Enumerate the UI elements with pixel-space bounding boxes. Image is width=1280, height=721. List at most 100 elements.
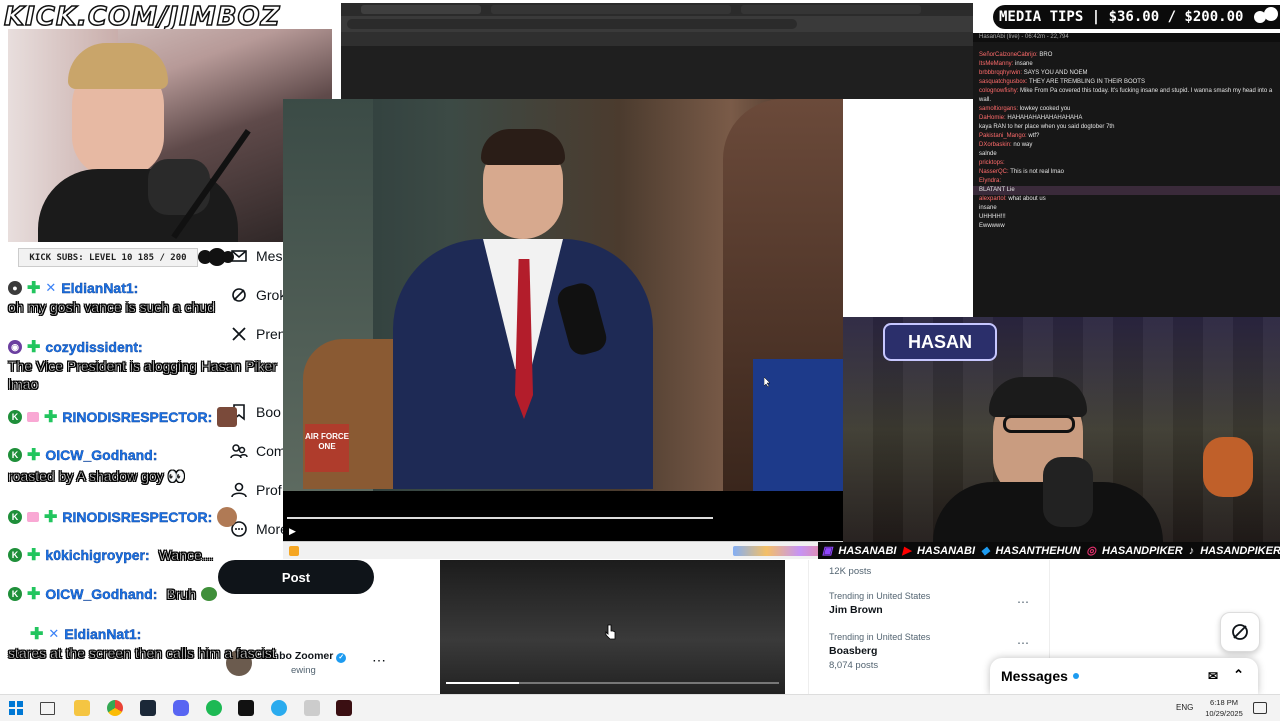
trend-item[interactable]: Trending in United States Jim Brown ⋯ — [829, 591, 1039, 616]
air-force-one-logo: AIR FORCE ONE — [305, 424, 349, 472]
hc-text: insane — [1015, 61, 1033, 67]
instagram-icon: ◎ — [1086, 545, 1097, 557]
reaction-video[interactable]: AIR FORCE ONE ▶ — [283, 99, 843, 559]
grok-button[interactable] — [1220, 612, 1260, 652]
play-icon[interactable]: ▶ — [289, 527, 296, 537]
spotify-icon[interactable] — [206, 700, 222, 716]
chat-username: EldianNat1: — [64, 626, 142, 642]
twitter-icon: ◆ — [981, 545, 990, 557]
plus-badge-icon: ✚ — [44, 509, 58, 526]
bookmarks-bar[interactable] — [341, 32, 973, 46]
chat-text: stares at the screen then calls him a fa… — [8, 645, 276, 662]
hasan-neon-logo: HASAN — [883, 323, 997, 361]
hc-text: UHHHH!!! — [979, 214, 1006, 220]
expand-chevron-icon[interactable]: ⌃ — [1233, 667, 1244, 683]
hc-user: DXorbaskin: — [979, 142, 1012, 148]
more-dots-icon[interactable]: ⋯ — [372, 652, 386, 669]
chat-message: K ✚ k0kichigroyper: Wance... — [8, 545, 298, 584]
twitch-icon: ▣ — [822, 545, 833, 557]
more-dots-icon[interactable]: ⋯ — [1017, 595, 1029, 609]
youtube-icon: ▶ — [902, 545, 911, 557]
trend-context: Trending in United States — [829, 632, 931, 642]
hasan-microphone — [1043, 457, 1093, 527]
notification-icon[interactable] — [1253, 702, 1267, 714]
hasan-chat-line: insane — [973, 204, 1280, 213]
chat-username: RINODISRESPECTOR: — [62, 509, 213, 525]
social-handle: HASANABI — [838, 544, 897, 557]
kick-badge-icon: K — [8, 510, 22, 524]
hasan-chat-line: Pakistani_Mango: wtf? — [973, 132, 1280, 141]
hc-text: Mike From Pa covered this today. It's fu… — [979, 88, 1273, 103]
chat-username: EldianNat1: — [61, 280, 139, 296]
hasan-chat-line: SeñorCalzoneCabrijo: BRO — [973, 51, 1280, 60]
hasan-chat-line: kaya RAN to her place when you said dogt… — [973, 123, 1280, 132]
hasan-chat-line: BLATANT Lie — [973, 186, 1280, 195]
social-links-bar: ▣ HASANABI ▶ HASANABI ◆ HASANTHEHUN ◎ HASAND… — [818, 542, 1280, 559]
file-explorer-icon[interactable] — [74, 700, 90, 716]
trend-posts: 12K posts — [829, 566, 872, 577]
plus-badge-icon: ✚ — [27, 547, 41, 564]
profile-handle: ewing — [291, 665, 316, 676]
nav-messages[interactable]: Mes — [230, 247, 282, 265]
hasan-chat-line: colognowfishy: Mike From Pa covered this… — [973, 87, 1280, 105]
new-message-icon[interactable]: ✉ — [1208, 669, 1218, 683]
hc-text: SAYS YOU AND NOEM — [1023, 70, 1088, 76]
hasan-chat-line: brbbbrqqhyrwin: SAYS YOU AND NOEM — [973, 69, 1280, 78]
subs-goal-bar: KICK SUBS: LEVEL 10 185 / 200 — [18, 248, 198, 267]
browser-tab[interactable] — [741, 5, 921, 14]
messages-drawer[interactable]: Messages ✉ ⌃ — [990, 658, 1258, 694]
clock[interactable]: 6:18 PM 10/29/2025 — [1204, 697, 1244, 719]
chat-message: ● ✚ ✕ EldianNat1: oh my gosh vance is such … — [8, 278, 298, 325]
chat-message: K ✚ RINODISRESPECTOR: — [8, 407, 298, 445]
tiktok-icon: ♪ — [1188, 544, 1195, 557]
hc-text: BRO — [1039, 52, 1053, 58]
chat-message: ✚ ✕ EldianNat1: stares at the screen then … — [8, 624, 298, 662]
hasan-twitch-chat: HasanAbi (live) - 06:42m - 22,794 SeñorC… — [973, 33, 1280, 317]
subs-goal-icon — [198, 248, 236, 266]
language-indicator[interactable]: ENG — [1176, 703, 1193, 712]
app-icon[interactable] — [336, 700, 352, 716]
video-progress[interactable] — [446, 682, 779, 684]
media-tips-bar: MEDIA TIPS | $36.00 / $200.00 — [993, 5, 1280, 29]
trend-item[interactable]: 12K posts — [829, 563, 1039, 577]
grok-icon — [1232, 624, 1248, 640]
plus-badge-icon: ✚ — [27, 280, 41, 297]
hc-user: SeñorCalzoneCabrijo: — [979, 52, 1038, 58]
chrome-icon[interactable] — [107, 700, 123, 716]
hasan-chat-line: Elyndra: — [973, 177, 1280, 186]
more-dots-icon[interactable]: ⋯ — [1017, 636, 1029, 650]
address-bar[interactable] — [341, 16, 973, 32]
chat-text: Bruh — [166, 586, 196, 603]
obs-icon[interactable] — [238, 700, 254, 716]
trend-name: Boasberg — [829, 645, 878, 657]
video-controls[interactable]: ▶ — [283, 491, 843, 541]
unread-dot — [1072, 673, 1079, 679]
windows-start-icon[interactable] — [9, 701, 23, 715]
hc-text: lowkey cooked you — [1019, 106, 1071, 112]
chat-header: HasanAbi (live) - 06:42m - 22,794 — [973, 33, 1280, 42]
discord-icon[interactable] — [173, 700, 189, 716]
feed-video[interactable] — [440, 560, 785, 694]
kick-chat-overlay: ● ✚ ✕ EldianNat1: oh my gosh vance is such … — [8, 278, 298, 662]
clock-time: 6:18 PM — [1210, 698, 1238, 707]
clock-date: 10/29/2025 — [1205, 709, 1243, 718]
chat-text: The Vice President is alogging Hasan Pik… — [8, 358, 278, 393]
hasan-chat-line: NasserQC: This is not real lmao — [973, 168, 1280, 177]
hc-user: DaHomie: — [979, 115, 1006, 121]
browser-tab[interactable] — [361, 5, 481, 14]
task-view-icon[interactable] — [40, 702, 55, 715]
plus-badge-icon: ✚ — [27, 447, 41, 464]
media-tips-text: MEDIA TIPS | $36.00 / $200.00 — [999, 9, 1244, 25]
video-seek-bar[interactable] — [287, 517, 713, 519]
channel-watermark: KICK.COM/JIMBOZ — [3, 1, 281, 33]
hand-cursor-icon — [605, 624, 616, 640]
app-icon[interactable] — [304, 700, 320, 716]
browser-tab-strip[interactable] — [341, 3, 973, 16]
chat-message: K ✚ OICW_Godhand: Bruh — [8, 584, 298, 624]
streamer-hair — [68, 43, 168, 89]
steam-icon[interactable] — [140, 700, 156, 716]
browser-tab[interactable] — [491, 5, 731, 14]
telegram-icon[interactable] — [271, 700, 287, 716]
app-icon — [289, 546, 299, 556]
kick-badge-icon: K — [8, 548, 22, 562]
